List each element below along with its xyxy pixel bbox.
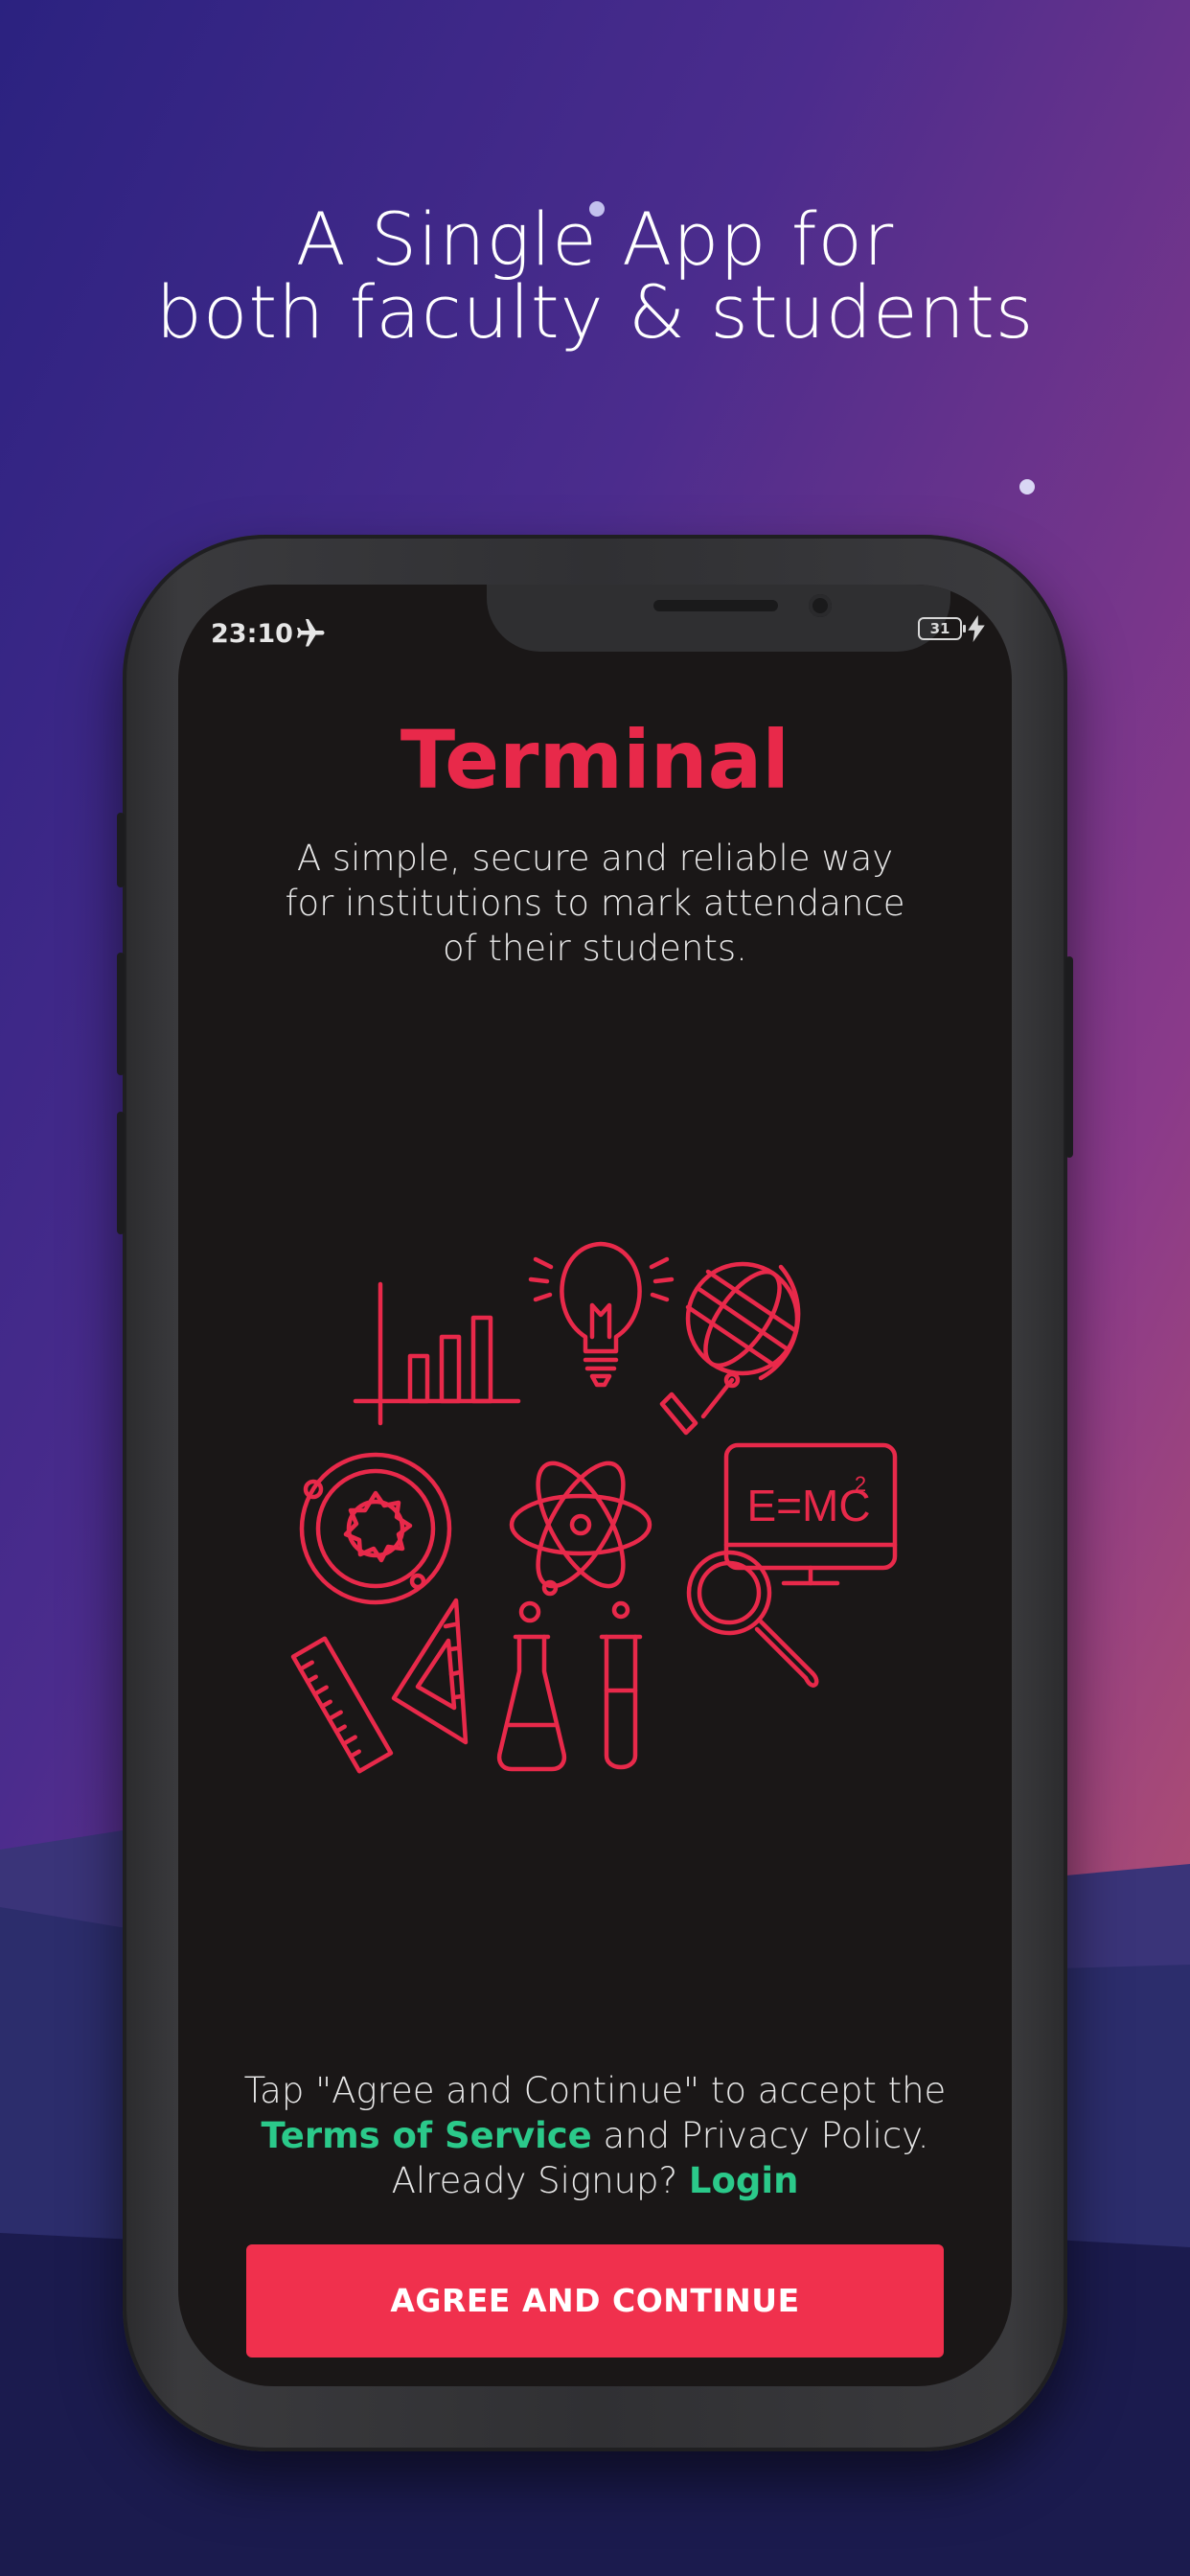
flask-icon — [496, 1579, 567, 1772]
globe-icon — [659, 1261, 801, 1436]
already-signup-text: Already Signup? — [391, 2160, 689, 2201]
agree-and-continue-button[interactable]: AGREE AND CONTINUE — [246, 2244, 944, 2358]
set-square-icon — [391, 1598, 469, 1745]
test-tube-icon — [599, 1600, 643, 1770]
ruler-icon — [290, 1636, 394, 1774]
formula-exponent: 2 — [855, 1472, 866, 1496]
bar-chart-icon — [353, 1281, 521, 1426]
magnifier-icon — [686, 1550, 819, 1688]
phone-mute-switch — [117, 813, 125, 887]
phone-volume-down-button — [117, 1112, 125, 1234]
atom-icon — [509, 1460, 652, 1589]
terms-of-service-link[interactable]: Terms of Service — [261, 2115, 591, 2156]
orbit-icon — [299, 1452, 452, 1605]
phone-power-button — [1065, 956, 1073, 1158]
headline-line-2: both faculty & students — [155, 269, 1035, 355]
phone-screen: 23:10 31 Terminal A simple, secure and r… — [178, 585, 1012, 2386]
phone-frame: 23:10 31 Terminal A simple, secure and r… — [117, 535, 1073, 2451]
lightbulb-icon — [528, 1241, 675, 1388]
consent-line-1: Tap "Agree and Continue" to accept the — [243, 2070, 947, 2111]
headline-line-1: A Single App for — [295, 196, 895, 282]
formula-text: E=MC — [746, 1481, 870, 1530]
login-link[interactable]: Login — [689, 2160, 799, 2201]
consent-text: Tap "Agree and Continue" to accept the T… — [217, 2068, 973, 2203]
phone-volume-up-button — [117, 953, 125, 1075]
consent-privacy-text: and Privacy Policy. — [591, 2115, 929, 2156]
promo-headline: A Single App for both faculty & students — [0, 203, 1190, 349]
